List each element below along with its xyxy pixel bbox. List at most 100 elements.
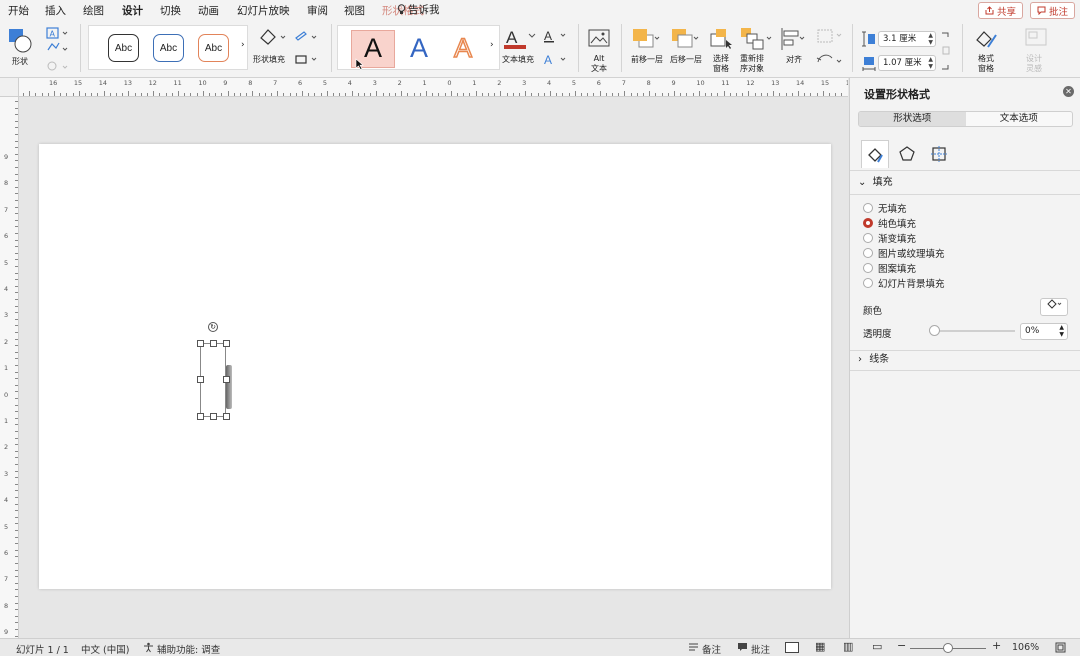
- radio-picture-fill[interactable]: 图片或纹理填充: [863, 246, 945, 260]
- shape-icon[interactable]: [8, 28, 34, 54]
- transparency-stepper-icon[interactable]: ▲ ▼: [1059, 324, 1064, 338]
- wordart-style-orange[interactable]: A: [443, 31, 483, 65]
- comments-status-button[interactable]: 批注: [737, 642, 770, 656]
- resize-handle-sw[interactable]: [197, 413, 204, 420]
- accessibility-status[interactable]: 辅助功能: 调查: [143, 642, 220, 656]
- shape-style-2[interactable]: Abc: [153, 34, 184, 62]
- share-icon: [985, 6, 994, 15]
- alt-text-icon[interactable]: [588, 29, 610, 49]
- shape-outline-effects-icon[interactable]: [294, 28, 322, 72]
- shape-fill-label[interactable]: 形状填充: [253, 55, 285, 65]
- design-ideas-icon[interactable]: [1024, 27, 1048, 51]
- bring-forward-icon[interactable]: [632, 27, 662, 51]
- comments-button[interactable]: 批注: [1030, 2, 1076, 19]
- format-pane-label[interactable]: 格式 窗格: [978, 54, 994, 74]
- format-pane-icon[interactable]: [974, 27, 1000, 51]
- slide-canvas[interactable]: ↻: [20, 98, 848, 638]
- share-button[interactable]: 共享: [978, 2, 1024, 19]
- close-icon[interactable]: ✕: [1063, 86, 1074, 97]
- ruler-tick: [488, 93, 489, 96]
- fill-section-header[interactable]: ⌄ 填充: [850, 174, 1080, 192]
- slide-sorter-icon[interactable]: ▦: [815, 640, 825, 653]
- resize-handle-ne[interactable]: [223, 340, 230, 347]
- tab-draw[interactable]: 绘图: [83, 3, 104, 18]
- resize-handle-nw[interactable]: [197, 340, 204, 347]
- tab-insert[interactable]: 插入: [45, 3, 66, 18]
- text-fill-label[interactable]: 文本填充: [502, 55, 534, 65]
- fill-line-icon[interactable]: [861, 140, 889, 168]
- tab-home[interactable]: 开始: [8, 3, 29, 18]
- tab-text-options[interactable]: 文本选项: [966, 112, 1073, 126]
- resize-handle-n[interactable]: [210, 340, 217, 347]
- tab-transitions[interactable]: 切换: [160, 3, 181, 18]
- resize-handle-e[interactable]: [223, 376, 230, 383]
- lock-aspect-icon[interactable]: [940, 31, 952, 71]
- zoom-in-icon[interactable]: +: [992, 639, 1001, 652]
- transparency-slider-track[interactable]: [935, 330, 1015, 332]
- rotate-handle-icon[interactable]: ↻: [208, 322, 218, 332]
- resize-handle-w[interactable]: [197, 376, 204, 383]
- shape-style-1[interactable]: Abc: [108, 34, 139, 62]
- width-input[interactable]: 1.07 厘米 ▲ ▼: [878, 55, 936, 71]
- radio-slide-background-fill[interactable]: 幻灯片背景填充: [863, 276, 945, 290]
- bring-forward-label[interactable]: 前移一层: [631, 55, 663, 65]
- radio-pattern-fill[interactable]: 图案填充: [863, 261, 916, 275]
- resize-handle-se[interactable]: [223, 413, 230, 420]
- tab-slideshow[interactable]: 幻灯片放映: [237, 3, 290, 18]
- design-ideas-label[interactable]: 设计 灵感: [1026, 54, 1042, 74]
- notes-button[interactable]: 备注: [688, 642, 721, 656]
- wordart-more-chevron-icon[interactable]: ›: [490, 40, 494, 50]
- line-section-header[interactable]: › 线条: [850, 351, 1080, 369]
- language-indicator[interactable]: 中文 (中国): [81, 642, 129, 656]
- selection-pane-icon[interactable]: [710, 28, 734, 50]
- wordart-style-blue[interactable]: A: [399, 31, 439, 65]
- alt-text-label[interactable]: Alt 文本: [591, 54, 607, 74]
- group-rotate-icon[interactable]: [815, 28, 845, 72]
- ruler-tick: [835, 93, 837, 96]
- zoom-slider-knob[interactable]: [943, 643, 953, 653]
- width-stepper-icon[interactable]: ▲ ▼: [928, 56, 933, 70]
- align-label[interactable]: 对齐: [786, 55, 802, 65]
- transparency-label: 透明度: [863, 329, 892, 340]
- paint-bucket-icon[interactable]: [257, 27, 287, 49]
- vertical-ruler: 9 8 7 6 5 4 3 2 1 0 1 2 3 4 5 6 7 8 9: [0, 97, 19, 638]
- ruler-label: 2: [497, 79, 502, 87]
- tell-me-search[interactable]: 告诉我: [397, 2, 440, 17]
- shape-tools-icon[interactable]: A: [46, 26, 72, 78]
- height-input[interactable]: 3.1 厘米 ▲ ▼: [878, 31, 936, 47]
- gallery-more-chevron-icon[interactable]: ›: [241, 40, 245, 50]
- tab-review[interactable]: 审阅: [307, 3, 328, 18]
- tab-design[interactable]: 设计: [117, 3, 148, 22]
- size-properties-icon[interactable]: [925, 140, 953, 168]
- transparency-slider-knob[interactable]: [929, 325, 940, 336]
- height-stepper-icon[interactable]: ▲ ▼: [928, 32, 933, 46]
- ruler-tick: [674, 91, 675, 96]
- tab-animations[interactable]: 动画: [198, 3, 219, 18]
- slide[interactable]: ↻: [39, 144, 831, 589]
- zoom-level[interactable]: 106%: [1012, 642, 1039, 653]
- zoom-out-icon[interactable]: −: [897, 639, 906, 652]
- normal-view-icon[interactable]: [785, 642, 799, 653]
- reorder-objects-icon[interactable]: [740, 27, 774, 51]
- resize-handle-s[interactable]: [210, 413, 217, 420]
- fit-slide-icon[interactable]: [1055, 642, 1066, 656]
- radio-gradient-fill[interactable]: 渐变填充: [863, 231, 916, 245]
- selection-pane-label[interactable]: 选择 窗格: [713, 54, 729, 74]
- text-fill-icon[interactable]: A: [503, 27, 529, 51]
- color-picker-button[interactable]: [1040, 298, 1068, 316]
- reorder-objects-label[interactable]: 重新排 序对象: [740, 54, 764, 74]
- send-backward-label[interactable]: 后移一层: [670, 55, 702, 65]
- text-fill-dropdown-icon[interactable]: [528, 32, 536, 40]
- radio-no-fill[interactable]: 无填充: [863, 201, 907, 215]
- send-backward-icon[interactable]: [671, 27, 701, 51]
- slideshow-view-icon[interactable]: ▭: [872, 640, 882, 653]
- shape-style-3[interactable]: Abc: [198, 34, 229, 62]
- align-icon[interactable]: [780, 27, 806, 51]
- effects-pentagon-icon[interactable]: [893, 140, 921, 168]
- tab-shape-options[interactable]: 形状选项: [859, 112, 966, 126]
- text-outline-effects-icon[interactable]: AA: [542, 28, 570, 72]
- tab-view[interactable]: 视图: [344, 3, 365, 18]
- radio-solid-fill[interactable]: 纯色填充: [863, 216, 916, 230]
- transparency-input[interactable]: 0% ▲ ▼: [1020, 323, 1068, 340]
- reading-view-icon[interactable]: ▥: [843, 640, 853, 653]
